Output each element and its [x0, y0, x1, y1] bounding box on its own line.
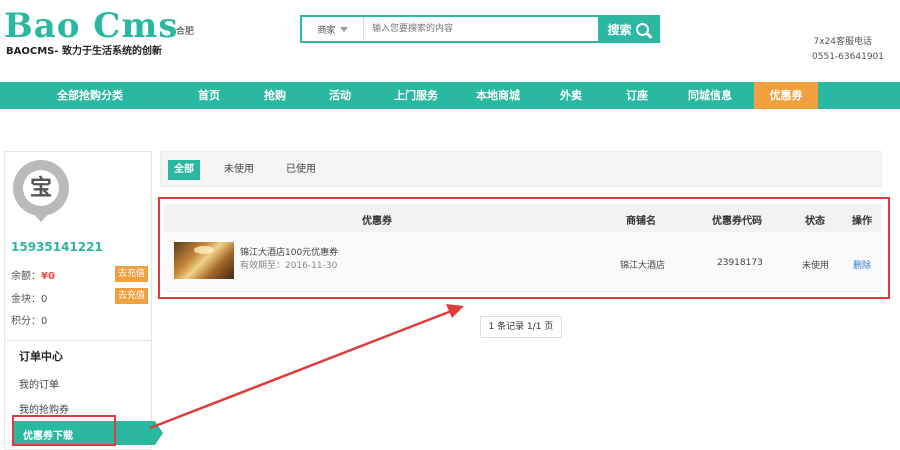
nav-home[interactable]: 首页: [184, 82, 234, 109]
site-logo[interactable]: Bao Cms: [4, 8, 178, 44]
nav-reservation[interactable]: 订座: [612, 82, 662, 109]
points-row: 积分：0: [11, 316, 48, 327]
city-selector[interactable]: 合肥: [176, 24, 194, 37]
highlight-box-sidebar: [12, 415, 116, 446]
search-type-dropdown[interactable]: 商家: [302, 17, 364, 41]
balance-value: ¥0: [41, 271, 55, 282]
user-phone: 15935141221: [11, 240, 103, 254]
nav-home-service[interactable]: 上门服务: [382, 82, 450, 109]
active-arrow-icon: [155, 421, 163, 445]
site-slogan: BAOCMS- 致力于生活系统的创新: [6, 46, 162, 57]
sidebar-item-my-vouchers[interactable]: 我的抢购券: [19, 401, 69, 416]
nav-takeout[interactable]: 外卖: [546, 82, 596, 109]
nav-activities[interactable]: 活动: [315, 82, 365, 109]
search-input[interactable]: [364, 17, 598, 41]
avatar-char: 宝: [23, 170, 59, 206]
gold-row: 金块：0: [11, 294, 48, 305]
balance-label: 余额：: [11, 271, 41, 282]
coupon-filter-tabs: 全部 未使用 已使用: [160, 151, 882, 187]
search-icon: [635, 22, 649, 36]
highlight-box-table: [158, 197, 890, 299]
tab-unused[interactable]: 未使用: [217, 160, 261, 180]
search-button-label: 搜索: [607, 22, 632, 37]
hotline-number: 0551-63641901: [812, 52, 884, 62]
avatar[interactable]: 宝: [13, 160, 69, 216]
balance-recharge-button[interactable]: 去充值: [115, 266, 148, 282]
chevron-down-icon: [339, 26, 348, 32]
hotline-label: 7x24客服电话: [813, 37, 872, 47]
gold-recharge-button[interactable]: 去充值: [115, 288, 148, 304]
search-button[interactable]: 搜索: [598, 17, 658, 41]
main-nav: 全部抢购分类 首页 抢购 活动 上门服务 本地商城 外卖 订座 同城信息 优惠券: [0, 82, 900, 109]
nav-flash-sale[interactable]: 抢购: [250, 82, 300, 109]
nav-city-info[interactable]: 同城信息: [676, 82, 744, 109]
search-bar: 商家 搜索: [300, 15, 660, 43]
nav-coupons[interactable]: 优惠券: [754, 82, 818, 109]
balance-row: 余额：¥0: [11, 267, 55, 282]
nav-all-categories[interactable]: 全部抢购分类: [30, 82, 150, 109]
sidebar-item-my-orders[interactable]: 我的订单: [19, 376, 59, 391]
order-center-title: 订单中心: [19, 350, 63, 363]
tab-used[interactable]: 已使用: [279, 160, 323, 180]
pagination: 1 条记录 1/1 页: [480, 316, 562, 338]
sidebar-divider: [5, 340, 153, 341]
user-sidebar: 宝 15935141221 余额：¥0 去充值 金块：0 去充值 积分：0 订单…: [4, 151, 163, 450]
nav-local-mall[interactable]: 本地商城: [464, 82, 532, 109]
tab-all[interactable]: 全部: [168, 160, 200, 180]
search-type-label: 商家: [317, 25, 336, 36]
